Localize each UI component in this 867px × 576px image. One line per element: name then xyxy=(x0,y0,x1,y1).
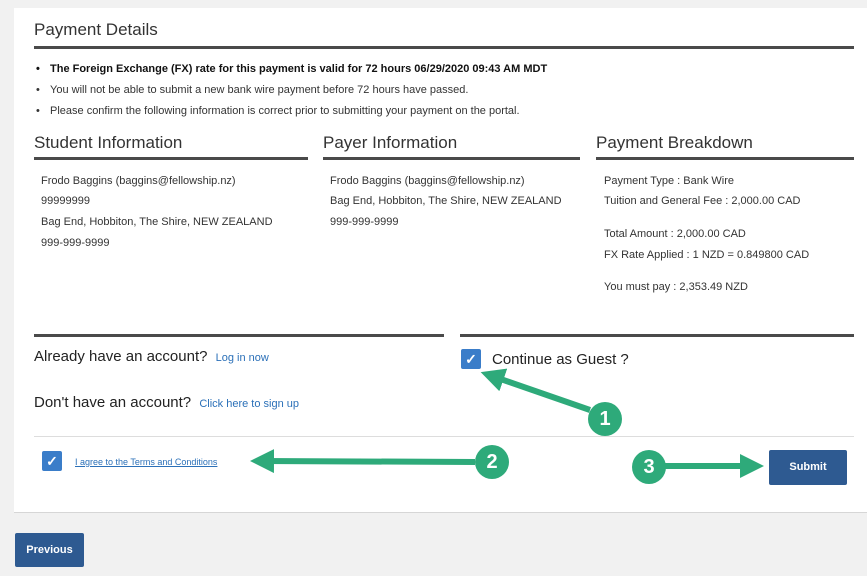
previous-button[interactable]: Previous xyxy=(15,533,84,567)
payer-phone: 999-999-9999 xyxy=(330,216,399,228)
fx-validity-bullet: The Foreign Exchange (FX) rate for this … xyxy=(34,63,547,75)
student-name-email: Frodo Baggins (baggins@fellowship.nz) xyxy=(41,175,236,187)
form-separator xyxy=(34,436,854,437)
tuition-fee: Tuition and General Fee : 2,000.00 CAD xyxy=(604,195,801,207)
check-icon: ✓ xyxy=(465,351,477,367)
guest-label: Continue as Guest ? xyxy=(492,351,629,368)
no-account-row: Don't have an account? Click here to sig… xyxy=(34,394,299,411)
payment-details-title: Payment Details xyxy=(34,20,158,39)
student-info-heading: Student Information xyxy=(34,133,183,152)
login-link[interactable]: Log in now xyxy=(216,352,269,364)
student-divider xyxy=(34,157,308,160)
account-divider xyxy=(34,334,444,337)
student-phone: 999-999-9999 xyxy=(41,237,110,249)
have-account-row: Already have an account? Log in now xyxy=(34,348,269,365)
fx-rate-applied: FX Rate Applied : 1 NZD = 0.849800 CAD xyxy=(604,249,810,261)
payer-address: Bag End, Hobbiton, The Shire, NEW ZEALAN… xyxy=(330,195,562,207)
have-account-text: Already have an account? xyxy=(34,348,208,365)
student-address: Bag End, Hobbiton, The Shire, NEW ZEALAN… xyxy=(41,216,273,228)
guest-divider xyxy=(460,334,854,337)
no-account-text: Don't have an account? xyxy=(34,394,192,411)
signup-link[interactable]: Click here to sign up xyxy=(199,398,299,410)
annotation-badge-3: 3 xyxy=(632,450,666,484)
breakdown-divider xyxy=(596,157,854,160)
annotation-badge-1: 1 xyxy=(588,402,622,436)
payer-info-heading: Payer Information xyxy=(323,133,458,152)
payer-name-email: Frodo Baggins (baggins@fellowship.nz) xyxy=(330,175,525,187)
submit-button[interactable]: Submit xyxy=(769,450,847,485)
payer-divider xyxy=(323,157,580,160)
payment-breakdown-heading: Payment Breakdown xyxy=(596,133,753,152)
payment-type: Payment Type : Bank Wire xyxy=(604,175,735,187)
annotation-badge-2: 2 xyxy=(475,445,509,479)
title-divider xyxy=(34,46,854,49)
confirm-info-bullet: Please confirm the following information… xyxy=(34,105,520,117)
total-amount: Total Amount : 2,000.00 CAD xyxy=(604,228,746,240)
amount-due: You must pay : 2,353.49 NZD xyxy=(604,281,748,293)
guest-checkbox[interactable]: ✓ xyxy=(461,349,481,369)
wire-limit-bullet: You will not be able to submit a new ban… xyxy=(34,84,468,96)
student-id: 99999999 xyxy=(41,195,90,207)
page-left-strip xyxy=(0,8,14,512)
terms-link[interactable]: I agree to the Terms and Conditions xyxy=(75,457,217,467)
check-icon: ✓ xyxy=(46,453,58,469)
terms-checkbox[interactable]: ✓ xyxy=(42,451,62,471)
